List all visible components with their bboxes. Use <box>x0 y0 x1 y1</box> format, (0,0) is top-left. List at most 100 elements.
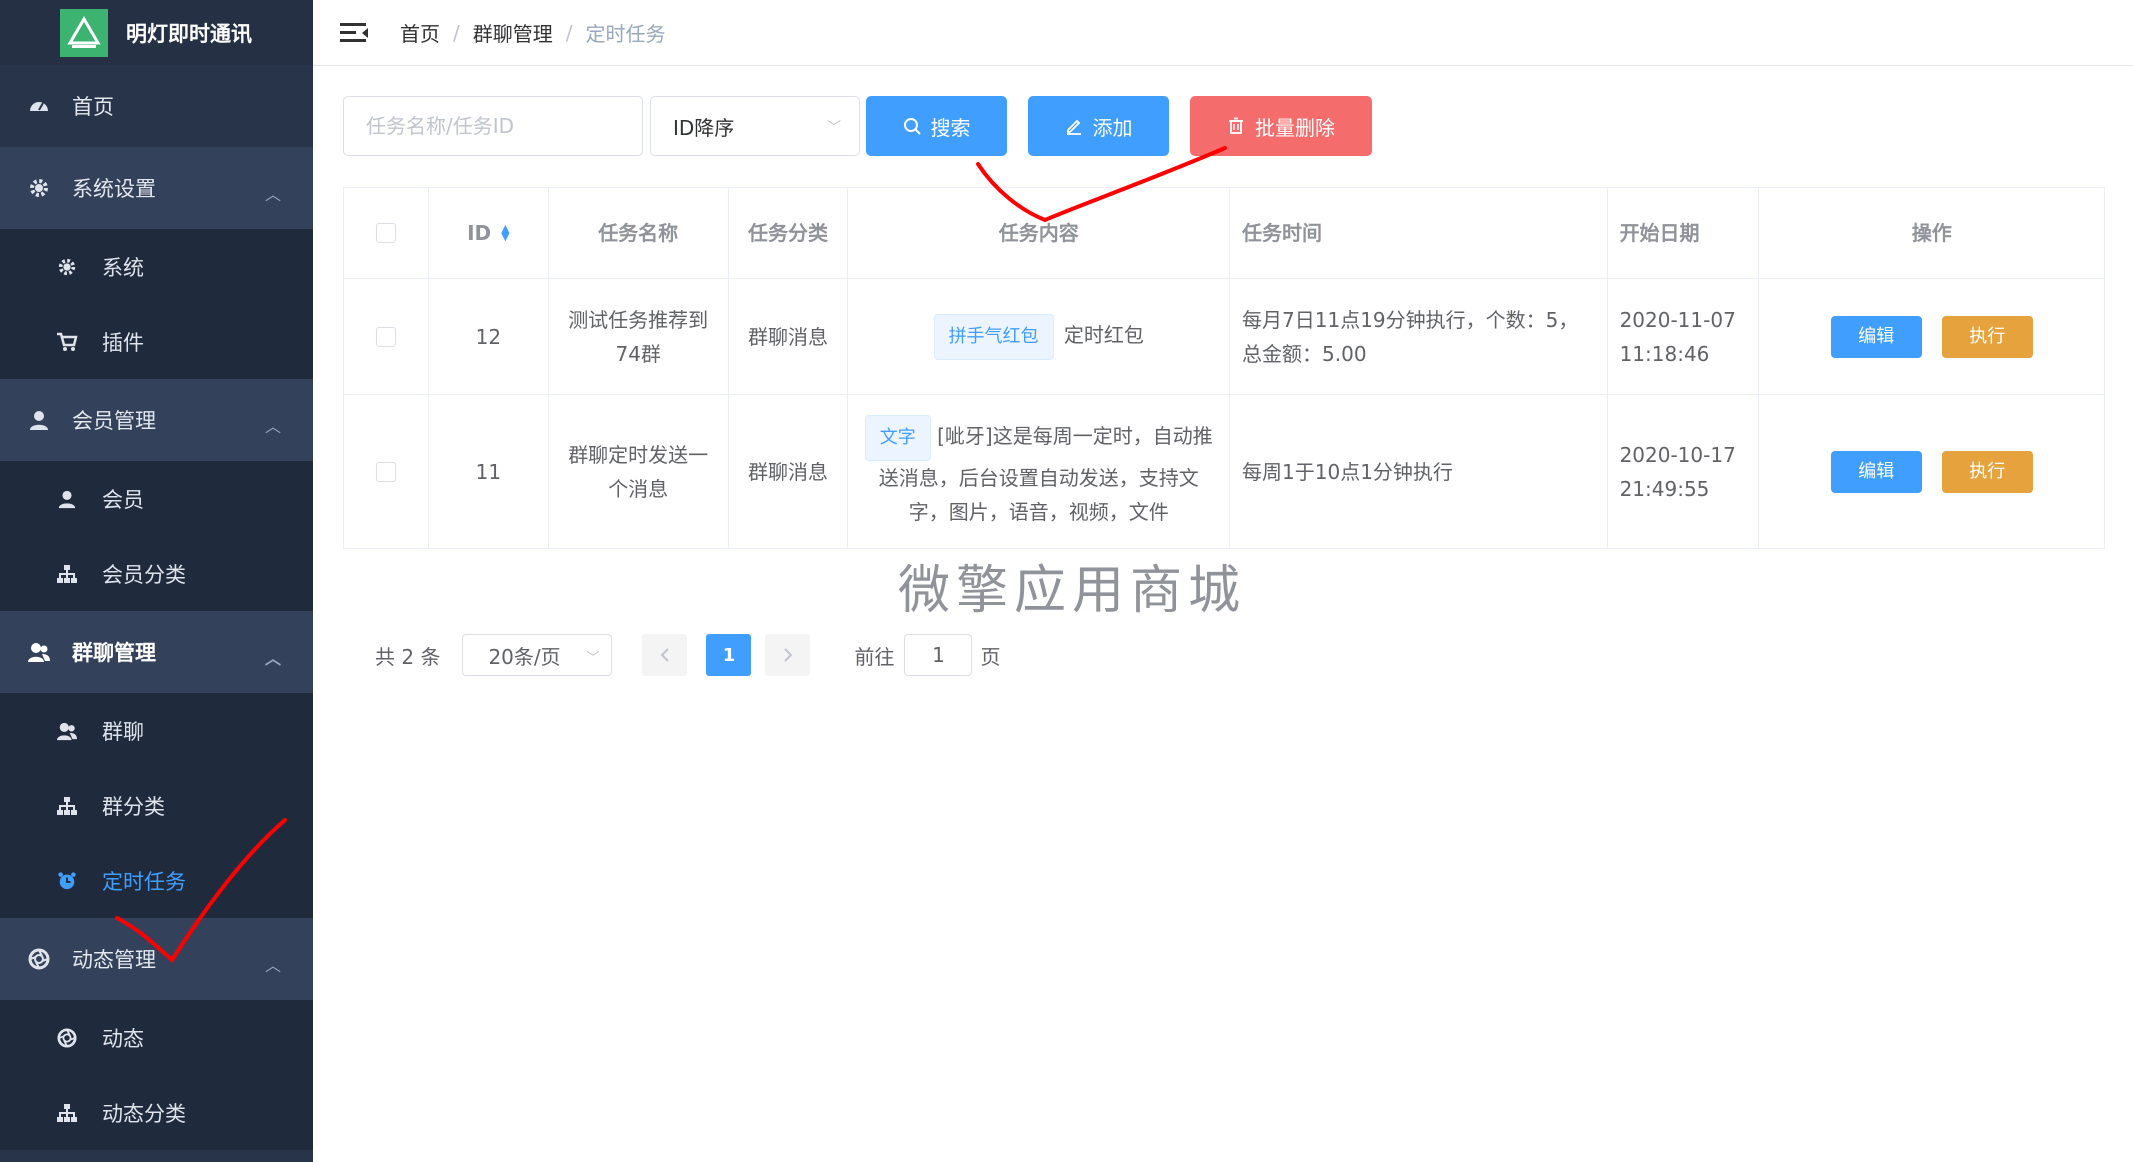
edit-button[interactable]: 编辑 <box>1830 315 1922 358</box>
sidebar-item-moments[interactable]: 动态 <box>0 1000 313 1075</box>
breadcrumb-group-chat[interactable]: 群聊管理 <box>473 18 553 47</box>
cell-actions: 编辑 执行 <box>1759 395 2104 548</box>
start-time: 21:49:55 <box>1619 476 1710 501</box>
user-icon <box>56 488 78 510</box>
cell-content: 文字 [呲牙]这是每周一定时，自动推送消息，后台设置自动发送，支持文字，图片，语… <box>848 395 1231 548</box>
sidebar-item-label: 插件 <box>102 330 144 355</box>
header-id-label: ID <box>467 221 492 245</box>
header-category: 任务分类 <box>729 188 849 278</box>
sidebar-item-home[interactable]: 首页 <box>0 65 313 147</box>
sidebar-item-label: 首页 <box>72 95 114 119</box>
sort-select[interactable]: ID降序 ﹀ <box>650 96 860 156</box>
header-actions: 操作 <box>1911 221 1952 245</box>
chevron-up-icon: ︿ <box>264 417 281 436</box>
chevron-down-icon: ﹀ <box>586 651 600 666</box>
app-title: 明灯即时通讯 <box>126 21 252 46</box>
sitemap-icon <box>56 1102 78 1124</box>
breadcrumb-home[interactable]: 首页 <box>400 18 440 47</box>
cell-id: 11 <box>429 395 549 548</box>
sidebar-group-group-chat[interactable]: 群聊管理 ︿ <box>0 611 313 693</box>
users-icon <box>56 720 78 742</box>
users-icon <box>28 641 50 663</box>
goto-page-input[interactable] <box>904 634 973 676</box>
sort-select-value: ID降序 <box>673 115 735 140</box>
sidebar-group-moments[interactable]: 动态管理 ︿ <box>0 918 313 1000</box>
cart-icon <box>56 331 78 353</box>
logo-icon[interactable] <box>60 8 108 57</box>
sidebar-group-members[interactable]: 会员管理 ︿ <box>0 379 313 461</box>
chevron-up-icon: ︿ <box>264 185 281 204</box>
trash-icon <box>1227 117 1245 135</box>
sidebar-item-label: 动态 <box>102 1026 144 1051</box>
cell-id: 12 <box>429 279 549 394</box>
page-word-label: 页 <box>980 644 1001 669</box>
sidebar-item-system[interactable]: 系统 <box>0 229 313 304</box>
cell-name: 测试任务推荐到74群 <box>549 279 729 394</box>
header-name: 任务名称 <box>549 188 729 278</box>
start-time: 11:18:46 <box>1619 341 1710 366</box>
gear-icon <box>56 256 78 278</box>
collapse-menu-icon[interactable] <box>340 22 368 43</box>
table-header-row: ID ▲ ▼ 任务名称 任务分类 任务内容 任务时间 开始日期 操作 <box>344 188 2104 279</box>
page-number-button[interactable]: 1 <box>706 634 752 676</box>
sidebar-item-member[interactable]: 会员 <box>0 461 313 536</box>
sidebar: 明灯即时通讯 首页 系统设置 ︿ 系统 插件 会员管理 ︿ 会员 会员分类 群聊… <box>0 0 313 1162</box>
cell-start-date: 2020-11-07 11:18:46 <box>1608 279 1760 394</box>
chevron-right-icon <box>784 648 793 662</box>
search-input[interactable] <box>343 96 643 156</box>
goto-label: 前往 <box>854 644 895 669</box>
batch-delete-button-label: 批量删除 <box>1255 115 1335 140</box>
batch-delete-button[interactable]: 批量删除 <box>1190 96 1372 156</box>
cell-start-date: 2020-10-17 21:49:55 <box>1608 395 1760 548</box>
add-button[interactable]: 添加 <box>1028 96 1169 156</box>
breadcrumb-separator: / <box>565 20 573 45</box>
watermark: 微擎应用商城 <box>898 561 1247 621</box>
pagination-total: 共 2 条 <box>375 644 441 669</box>
sidebar-group-label: 群聊管理 <box>72 641 156 665</box>
next-page-button[interactable] <box>765 634 811 676</box>
execute-button[interactable]: 执行 <box>1941 450 2033 493</box>
header-id[interactable]: ID ▲ ▼ <box>429 188 549 278</box>
sidebar-item-group-chat[interactable]: 群聊 <box>0 693 313 768</box>
gear-icon <box>28 177 50 199</box>
sidebar-item-label: 群聊 <box>102 719 144 744</box>
sidebar-item-group-category[interactable]: 群分类 <box>0 768 313 843</box>
breadcrumb: 首页 / 群聊管理 / 定时任务 <box>400 18 666 47</box>
sidebar-item-moments-category[interactable]: 动态分类 <box>0 1075 313 1150</box>
sidebar-item-label: 会员分类 <box>102 562 186 587</box>
cell-time: 每周1于10点1分钟执行 <box>1230 395 1608 548</box>
breadcrumb-separator: / <box>453 20 460 45</box>
row-checkbox-cell <box>344 395 429 548</box>
chevron-down-icon: ﹀ <box>827 120 841 136</box>
sidebar-item-scheduled-tasks[interactable]: 定时任务 <box>0 843 313 918</box>
prev-page-button[interactable] <box>642 634 688 676</box>
pagination: 共 2 条 20条/页 ﹀ 1 前往 页 <box>375 634 1000 676</box>
page-size-select[interactable]: 20条/页 ﹀ <box>462 634 613 676</box>
row-checkbox[interactable] <box>375 461 396 482</box>
chevron-left-icon <box>660 648 669 662</box>
aperture-icon <box>56 1027 78 1049</box>
alarm-clock-icon <box>56 870 78 892</box>
sidebar-item-label: 动态分类 <box>102 1101 186 1126</box>
page-size-value: 20条/页 <box>488 644 561 669</box>
header-checkbox-cell <box>344 188 429 278</box>
content-type-tag: 文字 <box>864 414 931 461</box>
sort-caret-icon[interactable]: ▲ ▼ <box>501 223 509 242</box>
execute-button[interactable]: 执行 <box>1941 315 2033 358</box>
edit-button[interactable]: 编辑 <box>1830 450 1922 493</box>
chevron-up-icon: ︿ <box>264 649 281 668</box>
sidebar-group-system[interactable]: 系统设置 ︿ <box>0 147 313 229</box>
table-row: 12 测试任务推荐到74群 群聊消息 拼手气红包 定时红包 每月7日11点19分… <box>344 279 2104 395</box>
search-button[interactable]: 搜索 <box>866 96 1007 156</box>
add-button-label: 添加 <box>1092 115 1133 140</box>
logo-bar: 明灯即时通讯 <box>0 0 313 65</box>
select-all-checkbox[interactable] <box>375 223 396 243</box>
content-text: 定时红包 <box>1063 322 1144 347</box>
row-checkbox[interactable] <box>375 326 396 347</box>
cell-category: 群聊消息 <box>729 279 849 394</box>
search-icon <box>903 117 921 135</box>
sidebar-item-plugins[interactable]: 插件 <box>0 304 313 379</box>
breadcrumb-current: 定时任务 <box>585 22 666 46</box>
cell-name: 群聊定时发送一个消息 <box>549 395 729 548</box>
sidebar-item-member-category[interactable]: 会员分类 <box>0 536 313 611</box>
